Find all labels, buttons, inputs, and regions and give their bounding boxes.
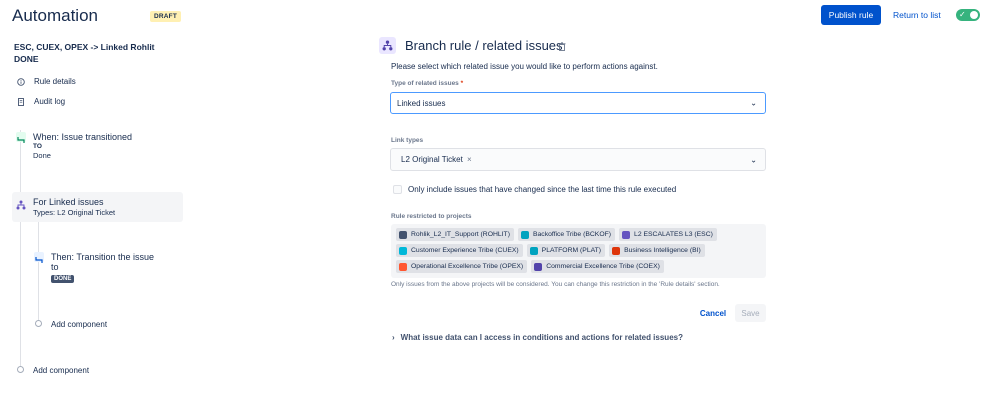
project-avatar-icon — [520, 230, 529, 239]
branch-subtitle: Types: L2 Original Ticket — [33, 208, 116, 217]
status-lozenge: DONE — [51, 275, 75, 283]
trash-icon[interactable] — [558, 42, 566, 53]
project-tag: Backoffice Tribe (BCKOF) — [517, 228, 616, 241]
link-type-value: L2 Original Ticket — [401, 155, 463, 164]
project-tag: Operational Excellence Tribe (OPEX) — [396, 260, 528, 273]
branch-title: For Linked issues — [33, 197, 104, 207]
projects-label: Rule restricted to projects — [391, 213, 472, 220]
nav-rule-details[interactable]: Rule details — [17, 77, 76, 86]
project-tag: Customer Experience Tribe (CUEX) — [396, 244, 523, 257]
return-to-list-link[interactable]: Return to list — [893, 10, 941, 20]
project-avatar-icon — [534, 262, 543, 271]
panel-description: Please select which related issue you wo… — [391, 62, 658, 71]
nav-audit-log[interactable]: Audit log — [17, 97, 65, 106]
add-component-inner-link[interactable]: Add component — [51, 320, 107, 329]
action-title-to: to — [51, 262, 59, 272]
action-transition-icon — [34, 252, 44, 263]
rule-name: ESC, CUEX, OPEX -> Linked Rohlit DONE — [14, 42, 155, 64]
branch-icon — [16, 197, 26, 210]
rule-enabled-toggle[interactable]: ✓ — [956, 9, 980, 21]
project-tag: Commercial Excellence Tribe (COEX) — [531, 260, 664, 273]
page-title: Automation — [12, 6, 98, 25]
nav-label: Audit log — [34, 97, 66, 106]
trigger-transition-icon — [16, 132, 26, 143]
project-name: Business Intelligence (BI) — [624, 247, 701, 254]
link-type-tag: L2 Original Ticket × — [401, 155, 472, 164]
project-avatar-icon — [612, 246, 621, 255]
project-avatar-icon — [622, 230, 631, 239]
action-title: Then: Transition the issue — [51, 252, 155, 262]
trigger-title: When: Issue transitioned — [33, 132, 133, 142]
chevron-down-icon: ⌄ — [750, 155, 757, 164]
add-component-dot — [17, 366, 24, 373]
link-types-select[interactable]: L2 Original Ticket × ⌄ — [390, 148, 766, 171]
publish-rule-button[interactable]: Publish rule — [821, 5, 881, 25]
type-label-text: Type of related issues — [391, 80, 459, 87]
trigger-step[interactable]: When: Issue transitioned TO Done — [33, 132, 132, 160]
branch-icon — [379, 37, 396, 54]
select-value: Linked issues — [397, 98, 446, 108]
project-tag: Business Intelligence (BI) — [609, 244, 705, 257]
save-button[interactable]: Save — [735, 304, 766, 322]
changed-only-checkbox-row[interactable]: Only include issues that have changed si… — [393, 185, 676, 194]
project-name: Operational Excellence Tribe (OPEX) — [411, 263, 524, 270]
project-avatar-icon — [399, 246, 407, 255]
related-issues-type-select[interactable]: Linked issues ⌄ — [390, 92, 766, 114]
add-component-dot — [35, 320, 42, 327]
draft-badge: DRAFT — [150, 11, 182, 22]
info-icon — [17, 77, 25, 86]
cancel-button[interactable]: Cancel — [692, 305, 734, 321]
document-icon — [17, 97, 25, 106]
check-icon: ✓ — [959, 10, 966, 19]
flow-connector-nested — [38, 222, 39, 322]
related-issues-data-expander[interactable]: › What issue data can I access in condit… — [392, 333, 683, 342]
trigger-to-value: Done — [33, 151, 51, 160]
project-avatar-icon — [529, 246, 538, 255]
panel-title: Branch rule / related issues — [405, 38, 563, 53]
required-marker: * — [460, 80, 464, 87]
project-avatar-icon — [399, 262, 407, 271]
chevron-right-icon: › — [392, 333, 395, 342]
project-name: Rohlik_L2_IT_Support (ROHLIT) — [411, 231, 510, 238]
project-name: L2 ESCALATES L3 (ESC) — [634, 231, 713, 238]
project-name: Backoffice Tribe (BCKOF) — [532, 231, 612, 238]
changed-only-checkbox[interactable] — [393, 185, 402, 194]
project-tag: PLATFORM (PLAT) — [526, 244, 606, 257]
checkbox-label: Only include issues that have changed si… — [408, 185, 677, 194]
expander-label: What issue data can I access in conditio… — [400, 333, 683, 342]
project-name: Commercial Excellence Tribe (COEX) — [546, 263, 660, 270]
project-tag: Rohlik_L2_IT_Support (ROHLIT) — [396, 228, 514, 241]
type-field-label: Type of related issues * — [391, 80, 463, 87]
project-name: PLATFORM (PLAT) — [541, 247, 602, 254]
nav-label: Rule details — [34, 77, 76, 86]
project-name: Customer Experience Tribe (CUEX) — [411, 247, 519, 254]
trigger-to-label: TO — [33, 143, 42, 150]
branch-step-content: For Linked issues Types: L2 Original Tic… — [33, 197, 115, 217]
project-avatar-icon — [399, 230, 407, 239]
projects-list: Rohlik_L2_IT_Support (ROHLIT) Backoffice… — [391, 224, 766, 278]
chevron-down-icon: ⌄ — [750, 98, 757, 108]
project-tag: L2 ESCALATES L3 (ESC) — [619, 228, 717, 241]
flow-connector — [20, 130, 21, 370]
link-types-label: Link types — [391, 137, 424, 144]
remove-tag-icon[interactable]: × — [467, 155, 472, 164]
add-component-outer-link[interactable]: Add component — [33, 366, 89, 375]
projects-note: Only issues from the above projects will… — [391, 281, 720, 288]
action-step[interactable]: Then: Transition the issue to DONE — [51, 252, 154, 283]
